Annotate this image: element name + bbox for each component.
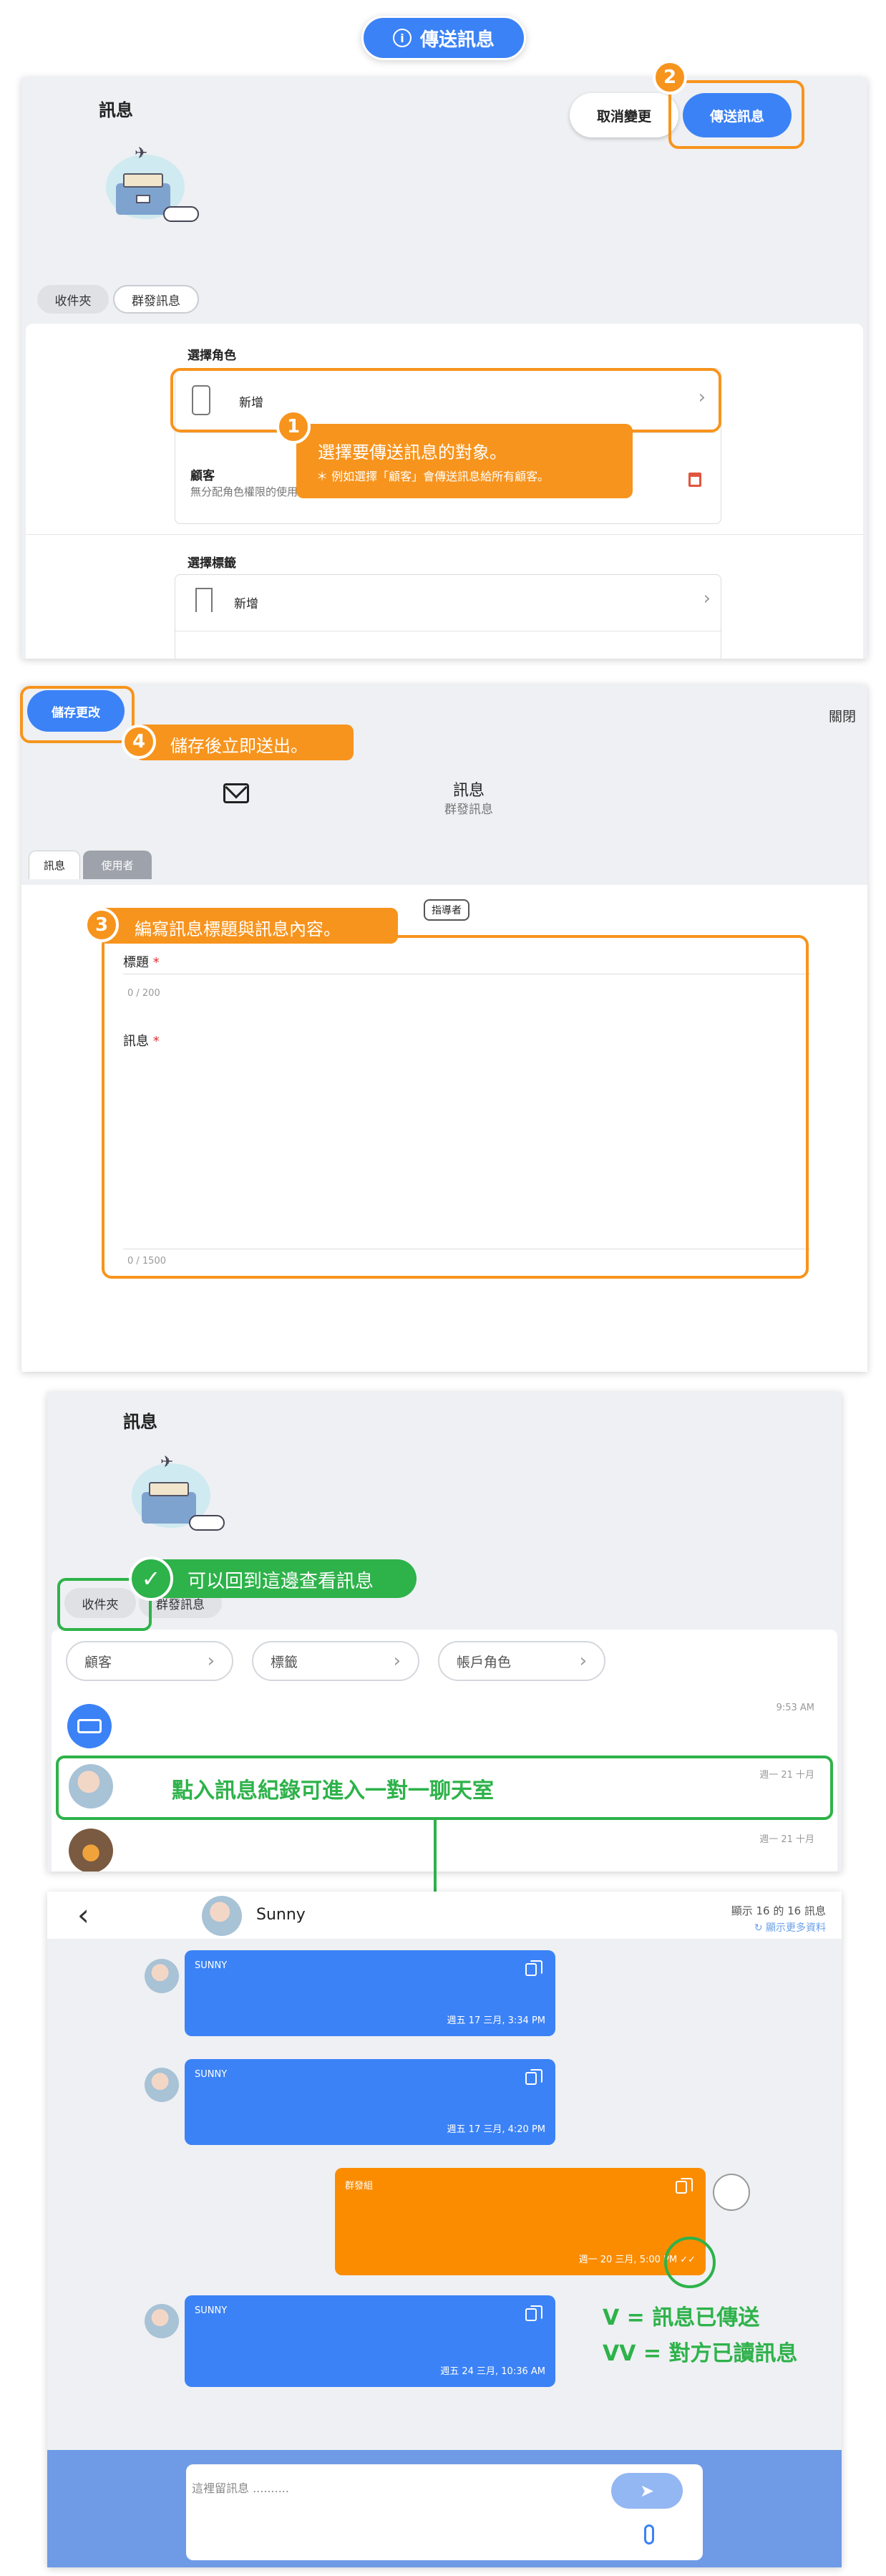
editor-subheading: 群發訊息 xyxy=(444,803,493,817)
avatar xyxy=(145,1959,179,1993)
highlight-message-editor xyxy=(102,935,809,1279)
filter-account-role[interactable]: 帳戶角色 › xyxy=(438,1641,605,1681)
list-item-time: 9:53 AM xyxy=(776,1703,814,1713)
chevron-right-icon: › xyxy=(207,1650,215,1672)
highlight-send-button xyxy=(668,80,804,149)
back-button[interactable]: ‹ xyxy=(77,1897,89,1932)
editor-heading: 訊息 xyxy=(452,782,485,800)
composer: 這裡留訊息 .......... ➤ xyxy=(186,2464,703,2560)
copy-icon[interactable] xyxy=(676,2178,693,2194)
highlight-save-button xyxy=(20,686,135,743)
select-role-label: 選擇角色 xyxy=(188,349,236,363)
avatar xyxy=(69,1829,113,1872)
inbox-illustration-icon: ✈ xyxy=(92,140,213,233)
tab-inbox[interactable]: 收件夾 xyxy=(37,285,109,314)
highlight-add-role xyxy=(170,368,721,432)
add-tag-label: 新增 xyxy=(234,597,258,611)
legend-sent: V = 訊息已傳送 xyxy=(603,2305,760,2330)
step-4-badge: 4 xyxy=(122,725,156,759)
customer-role-title: 顧客 xyxy=(190,469,215,483)
list-item-time: 週一 21 十月 xyxy=(759,1834,814,1845)
tab-message[interactable]: 訊息 xyxy=(29,851,80,879)
guide-button[interactable]: 指導者 xyxy=(424,899,469,921)
step-3-callout: 編寫訊息標題與訊息內容。 xyxy=(100,908,398,944)
copy-icon[interactable] xyxy=(525,2069,542,2085)
step-1-callout: 選擇要傳送訊息的對象。 ＊ 例如選擇「顧客」會傳送訊息給所有顧客。 xyxy=(296,424,633,498)
chat-contact-name: Sunny xyxy=(256,1906,306,1924)
send-message-top-button[interactable]: i 傳送訊息 xyxy=(361,16,526,60)
step-2-badge: 2 xyxy=(653,60,687,95)
trash-icon[interactable] xyxy=(688,473,701,487)
chevron-right-icon: › xyxy=(393,1650,401,1672)
tab-users[interactable]: 使用者 xyxy=(83,851,152,879)
copy-icon[interactable] xyxy=(525,1960,542,1976)
avatar xyxy=(202,1896,242,1936)
step-1-title: 選擇要傳送訊息的對象。 xyxy=(318,442,507,463)
chevron-right-icon: › xyxy=(703,588,711,609)
group-message-icon xyxy=(67,1704,112,1748)
own-avatar xyxy=(713,2174,750,2211)
avatar xyxy=(145,2068,179,2102)
inbox-title: 訊息 xyxy=(123,1412,157,1432)
inbox-illustration-icon: ✈ xyxy=(117,1449,239,1542)
send-message-top-label: 傳送訊息 xyxy=(419,29,495,51)
send-button[interactable]: ➤ xyxy=(611,2473,683,2509)
refresh-icon: ↻ xyxy=(754,1922,766,1934)
chevron-right-icon: › xyxy=(579,1650,587,1672)
filter-customer[interactable]: 顧客 › xyxy=(66,1641,233,1681)
step-1-sub: ＊ 例如選擇「顧客」會傳送訊息給所有顧客。 xyxy=(316,470,550,483)
close-link[interactable]: 關閉 xyxy=(829,706,856,725)
customer-role-sub: 無分配角色權限的使用者 xyxy=(190,485,309,498)
cancel-changes-button[interactable]: 取消變更 xyxy=(570,93,678,137)
bookmark-icon xyxy=(195,588,213,612)
tag-card[interactable]: 新增 › xyxy=(175,574,721,659)
composer-bar: 這裡留訊息 .......... ➤ xyxy=(47,2450,842,2567)
tab-broadcast[interactable]: 群發訊息 xyxy=(113,285,199,314)
step-1-badge: 1 xyxy=(276,410,311,444)
inbox-list: 顧客 › 標籤 › 帳戶角色 › 9:53 AM 週一 21 十月 週一 21 十月 xyxy=(52,1630,837,1872)
chat-header: ‹ Sunny 顯示 16 的 16 訊息 ↻ 顯示更多資料 xyxy=(47,1892,842,1939)
chat-message[interactable]: SUNNY 週五 17 三月, 4:20 PM xyxy=(185,2059,555,2145)
list-item[interactable]: 9:53 AM xyxy=(52,1697,837,1748)
chat-message[interactable]: SUNNY 週五 24 三月, 10:36 AM xyxy=(185,2295,555,2387)
attachment-icon[interactable] xyxy=(644,2524,654,2544)
page-title: 訊息 xyxy=(99,100,133,120)
load-more-link[interactable]: ↻ 顯示更多資料 xyxy=(754,1920,826,1935)
select-tag-label: 選擇標籤 xyxy=(188,556,236,571)
list-item[interactable]: 週一 21 十月 xyxy=(52,1820,837,1872)
copy-icon[interactable] xyxy=(525,2305,542,2321)
check-icon: ✓ xyxy=(129,1556,173,1601)
green-callout-1: 可以回到這邊查看訊息 xyxy=(142,1559,417,1598)
avatar xyxy=(145,2304,179,2338)
chat-panel: ‹ Sunny 顯示 16 的 16 訊息 ↻ 顯示更多資料 SUNNY 週五 1… xyxy=(47,1892,842,2567)
read-indicator-highlight xyxy=(664,2237,716,2288)
chat-message-own[interactable]: 群發組 週一 20 三月, 5:00 PM ✓✓ xyxy=(335,2168,706,2275)
filter-tags[interactable]: 標籤 › xyxy=(252,1641,419,1681)
message-count: 顯示 16 的 16 訊息 xyxy=(731,1904,826,1917)
step-4-callout: 儲存後立即送出。 xyxy=(136,725,354,760)
step-3-badge: 3 xyxy=(84,908,119,942)
legend-read: VV = 對方已讀訊息 xyxy=(603,2341,798,2366)
message-input[interactable]: 這裡留訊息 .......... xyxy=(192,2479,593,2496)
green-callout-2: 點入訊息紀錄可進入一對一聊天室 xyxy=(172,1778,494,1803)
info-icon: i xyxy=(392,29,412,47)
chat-message[interactable]: SUNNY 週五 17 三月, 3:34 PM xyxy=(185,1950,555,2036)
